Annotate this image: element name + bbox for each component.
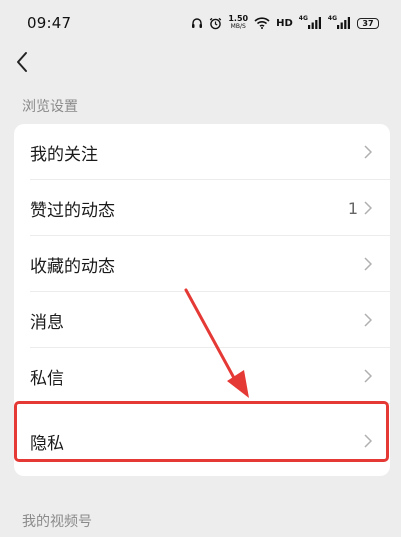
section-title-video: 我的视频号	[22, 514, 92, 530]
annotation-arrow-icon	[184, 288, 249, 398]
